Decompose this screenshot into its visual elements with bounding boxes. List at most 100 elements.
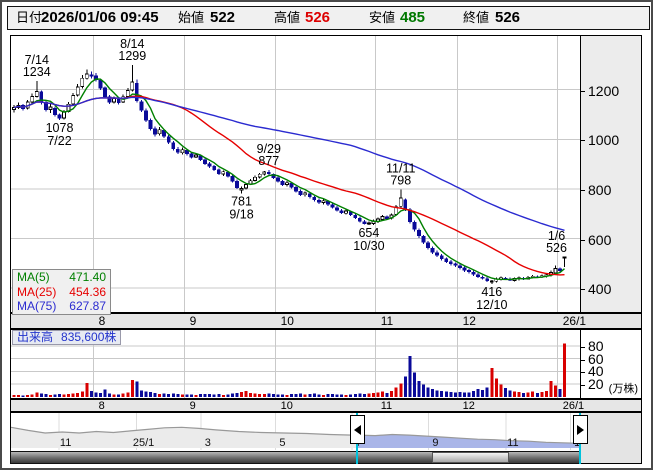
vol-tick-mark <box>581 372 585 374</box>
candle-body <box>471 271 476 275</box>
candle-body <box>239 187 244 191</box>
month-label: 8 <box>98 314 106 328</box>
volume-bar <box>522 392 526 397</box>
candle-body <box>194 154 198 158</box>
volume-bar <box>185 394 189 397</box>
volume-bar <box>326 394 330 397</box>
ma25-row: MA(25) 454.36 <box>13 285 110 300</box>
volume-bar <box>290 394 294 397</box>
volume-bar <box>481 390 485 397</box>
volume-value: 835,600株 <box>61 330 117 344</box>
candle-body <box>125 90 130 97</box>
candle-body <box>262 171 267 175</box>
volume-bar <box>540 392 544 397</box>
candle-body <box>335 207 339 211</box>
candle-body <box>444 258 449 262</box>
high-value: 526 <box>305 9 331 26</box>
candle-body <box>62 111 66 119</box>
nav-month-label: 3 <box>205 437 211 449</box>
scrollbar-thumb[interactable] <box>432 452 510 463</box>
volume-bar <box>194 394 198 397</box>
annotation-7/22: 1078 <box>46 121 74 135</box>
range-left-handle[interactable] <box>350 415 366 444</box>
candle-body <box>207 163 212 167</box>
volume-bar <box>126 392 130 397</box>
volume-bar <box>62 394 66 397</box>
high-label: 高値 <box>274 10 301 25</box>
volume-bar <box>217 394 221 397</box>
candle-body <box>189 153 194 158</box>
month-label: 12 <box>462 400 475 412</box>
candle-body <box>184 150 189 155</box>
volume-bar <box>349 394 353 397</box>
volume-bar <box>531 391 535 397</box>
candle-body <box>398 197 403 207</box>
volume-bar <box>517 391 521 397</box>
volume-bar <box>358 393 362 397</box>
volume-bar <box>558 389 562 397</box>
price-tick-label: 800 <box>588 181 612 198</box>
volume-bar <box>226 394 230 397</box>
range-right-handle[interactable] <box>573 415 588 444</box>
volume-bar <box>449 392 453 397</box>
month-label: 8 <box>98 400 105 412</box>
candle-body <box>430 247 435 253</box>
volume-bar <box>21 395 25 397</box>
annotation-11/11: 798 <box>390 173 411 187</box>
range-navigator[interactable]: 1125/13579111 <box>10 412 581 451</box>
volume-bar <box>67 393 71 397</box>
candle-body <box>203 159 208 164</box>
annotation-1/6: 526 <box>546 241 567 255</box>
vol-tick-mark <box>581 359 585 361</box>
volume-bar <box>440 391 444 397</box>
volume-bar <box>462 392 466 397</box>
volume-bar <box>240 392 243 397</box>
volume-bar <box>503 388 507 397</box>
candle-body <box>112 98 116 103</box>
left-arrow-icon <box>354 424 362 435</box>
candle-body <box>30 96 35 103</box>
month-label: 26/1 <box>562 400 585 412</box>
volume-bar <box>312 393 316 397</box>
candle-body <box>71 95 76 105</box>
nav-month-label: 9 <box>432 437 438 449</box>
candle-body <box>453 263 458 266</box>
candle-body <box>303 192 308 196</box>
candle-body <box>439 255 444 260</box>
volume-bar <box>135 381 139 397</box>
vol-tick-mark <box>581 385 585 387</box>
volume-bar <box>89 390 93 397</box>
volume-bar <box>80 391 84 397</box>
horizontal-scrollbar[interactable] <box>10 451 581 464</box>
volume-bar <box>467 392 471 397</box>
ma25-line <box>13 95 565 276</box>
volume-bar <box>403 376 407 397</box>
ma5-label: MA(5) <box>17 270 50 284</box>
candle-body <box>80 77 85 88</box>
volume-bar <box>208 394 212 397</box>
month-label: 10 <box>280 314 294 328</box>
candle-body <box>34 91 39 97</box>
volume-bar <box>453 392 457 397</box>
volume-bar <box>513 391 516 397</box>
volume-bar <box>112 394 116 397</box>
volume-bar <box>544 391 548 397</box>
volume-bar <box>258 393 262 397</box>
volume-title: 出来高 <box>17 330 54 344</box>
candle-body <box>294 187 299 192</box>
candle-body <box>57 114 62 119</box>
candle-body <box>307 193 312 198</box>
candle-body <box>175 148 180 153</box>
month-label: 11 <box>380 400 393 412</box>
volume-bar <box>390 391 394 397</box>
volume-bar <box>203 393 207 397</box>
volume-bar <box>53 394 57 397</box>
month-axis-strip-top: 8 9 10 11 12 26/1 <box>10 313 642 329</box>
candle-body <box>225 172 230 177</box>
ma75-value: 627.87 <box>69 299 106 313</box>
volume-bar <box>458 391 462 397</box>
volume-bar <box>285 394 289 397</box>
ma75-row: MA(75) 627.87 <box>13 299 110 314</box>
candle-body <box>275 177 280 182</box>
volume-bar <box>249 393 253 397</box>
